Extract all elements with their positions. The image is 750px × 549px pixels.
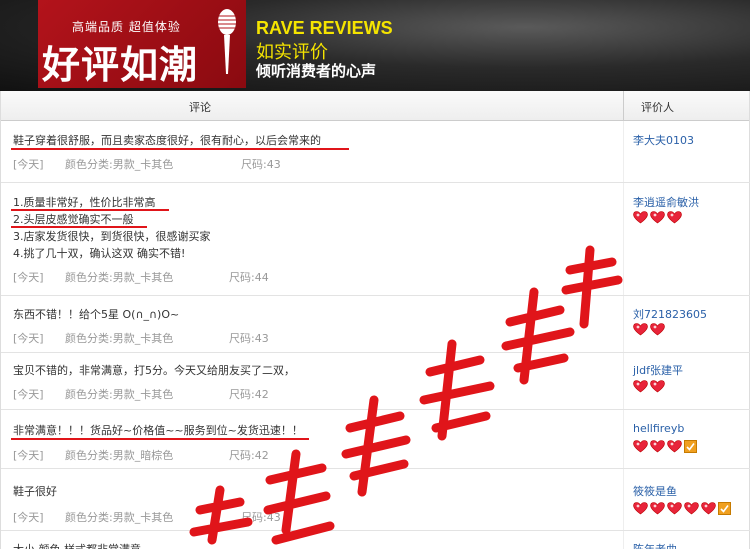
review-color: 颜色分类:男款_卡其色 [65,332,174,345]
review-text: 大小 颜色 样式都非常满意 [13,541,141,549]
review-text: 鞋子穿着很舒服，而且卖家态度很好，很有耐心，以后会常来的 [13,134,321,147]
review-color: 颜色分类:男款_卡其色 [65,511,174,524]
rating-heart-icon [650,323,665,336]
rating-heart-icon [650,502,665,515]
review-date: [今天] [13,332,44,345]
reviewer-name[interactable]: jldf张建平 [633,362,683,378]
review-row: 非常满意！！！货品好~价格值~~服务到位~发货迅速！！ [今天] 颜色分类:男款_… [1,410,750,469]
review-color: 颜色分类:男款_卡其色 [65,271,174,284]
header-comment: 评论 [189,101,211,114]
rating-heart-icon [650,211,665,224]
rating-heart-icon [667,440,682,453]
review-meta: [今天] 颜色分类:男款_卡其色 尺码:44 [13,269,269,285]
rating-heart-icon [633,380,648,393]
review-text: 非常满意！！！货品好~价格值~~服务到位~发货迅速！！ [13,424,303,437]
rating-hearts [633,502,735,516]
review-color: 颜色分类:男款_暗棕色 [65,449,174,462]
review-meta: [今天] 颜色分类:男款_卡其色 尺码:43 [13,509,281,525]
review-date: [今天] [13,449,44,462]
reviewer-name[interactable]: 李逍遥俞敏洪 [633,194,699,210]
rating-heart-icon [650,440,665,453]
review-color: 颜色分类:男款_卡其色 [65,388,174,401]
rating-heart-icon [667,502,682,515]
badge-icon [718,502,733,515]
rating-heart-icon [667,211,682,224]
reviewer-name[interactable]: 陈年老曲 [633,541,677,549]
review-text: 1.质量非常好，性价比非常高 [13,196,156,209]
rating-hearts [633,440,701,454]
review-row: 大小 颜色 样式都非常满意 陈年老曲 [1,531,750,549]
rating-hearts [633,323,667,337]
promo-banner: 高端品质 超值体验 好评如潮 RAVE REVIEWS 如实评价 倾听消费者的心… [0,0,750,91]
review-size: 尺码:43 [241,158,281,171]
rating-heart-icon [650,380,665,393]
banner-title: 好评如潮 [42,43,199,87]
review-color: 颜色分类:男款_卡其色 [65,158,174,171]
review-meta: [今天] 颜色分类:男款_卡其色 尺码:43 [13,156,281,172]
review-date: [今天] [13,271,44,284]
review-size: 尺码:42 [229,449,269,462]
reviews-table: 评论 评价人 鞋子穿着很舒服，而且卖家态度很好，很有耐心，以后会常来的 [今天]… [0,91,750,549]
rating-heart-icon [701,502,716,515]
banner-english-title: RAVE REVIEWS [256,18,393,38]
review-size: 尺码:43 [241,511,281,524]
review-size: 尺码:43 [229,332,269,345]
review-text: 2.头层皮感觉确实不一般 [13,213,134,226]
reviewer-name[interactable]: hellfireyb [633,422,684,435]
rating-heart-icon [633,323,648,336]
review-meta: [今天] 颜色分类:男款_暗棕色 尺码:42 [13,447,269,463]
header-reviewer: 评价人 [641,101,674,114]
review-size: 尺码:42 [229,388,269,401]
review-size: 尺码:44 [229,271,269,284]
review-row: 1.质量非常好，性价比非常高 2.头层皮感觉确实不一般 3.店家发货很快，到货很… [1,183,750,296]
review-text: 鞋子很好 [13,485,57,498]
review-row: 鞋子很好 [今天] 颜色分类:男款_卡其色 尺码:43 筱筱是鱼 [1,469,750,531]
highlight-underline [11,438,309,440]
reviewer-name[interactable]: 筱筱是鱼 [633,483,677,499]
review-date: [今天] [13,511,44,524]
rating-heart-icon [633,440,648,453]
rating-heart-icon [633,211,648,224]
rating-hearts [633,380,667,394]
reviewer-name[interactable]: 李大夫0103 [633,132,694,148]
table-header: 评论 评价人 [1,91,749,121]
rating-heart-icon [684,502,699,515]
microphone-icon [218,9,236,74]
banner-tagline: 高端品质 超值体验 [72,20,181,34]
review-date: [今天] [13,388,44,401]
banner-subtitle-2: 倾听消费者的心声 [256,62,377,80]
rating-heart-icon [633,502,648,515]
review-text: 东西不错！！给个5星 O(∩_∩)O~ [13,308,180,321]
review-meta: [今天] 颜色分类:男款_卡其色 尺码:43 [13,330,269,346]
badge-icon [684,440,699,453]
highlight-underline [11,148,349,150]
review-text: 4.挑了几十双，确认这双 确实不错! [13,247,186,260]
review-text: 3.店家发货很快，到货很快，很感谢买家 [13,230,211,243]
reviewer-name[interactable]: 刘721823605 [633,306,707,322]
review-date: [今天] [13,158,44,171]
review-meta: [今天] 颜色分类:男款_卡其色 尺码:42 [13,386,269,402]
rating-hearts [633,211,684,225]
review-text: 宝贝不错的，非常满意，打5分。今天又给朋友买了二双， [13,364,295,377]
review-row: 东西不错！！给个5星 O(∩_∩)O~ [今天] 颜色分类:男款_卡其色 尺码:43… [1,296,750,353]
review-row: 宝贝不错的，非常满意，打5分。今天又给朋友买了二双， [今天] 颜色分类:男款_卡… [1,353,750,410]
review-row: 鞋子穿着很舒服，而且卖家态度很好，很有耐心，以后会常来的 [今天] 颜色分类:男款… [1,121,750,183]
